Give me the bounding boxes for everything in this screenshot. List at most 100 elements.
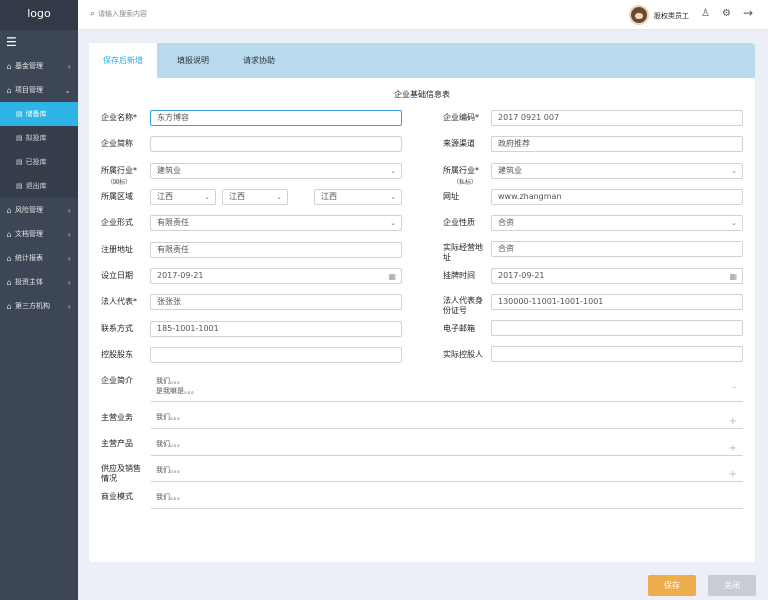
sidebar-item-label: 风险管理	[15, 206, 43, 214]
search-input[interactable]: 请输入搜索内容	[98, 9, 147, 19]
sidebar-item-label: 投资主体	[15, 278, 43, 286]
home-icon: ⌂	[6, 277, 12, 287]
label-company-form: 企业形式	[101, 218, 133, 227]
company-form-select[interactable]: 有限责任 ⌄	[150, 215, 402, 231]
reg-address-input[interactable]: 有限责任	[150, 242, 402, 258]
source-input[interactable]: 政府推荐	[491, 136, 743, 152]
gear-icon[interactable]: ⚙	[722, 8, 731, 19]
sidebar-subitem-exited[interactable]: ▤ 退出库	[0, 174, 78, 198]
sidebar-item-investors[interactable]: ⌂ 投资主体 ›	[0, 270, 78, 294]
home-icon: ⌂	[6, 85, 12, 95]
user-icon[interactable]: ♙	[701, 8, 710, 19]
intro-textarea[interactable]: 我们。。。 是我嘛是。。。 –	[151, 373, 743, 402]
home-icon: ⌂	[6, 61, 12, 71]
controlling-shareholder-input[interactable]	[150, 347, 402, 363]
home-icon: ⌂	[6, 253, 12, 263]
chevron-right-icon: ›	[67, 301, 71, 311]
tab-instructions[interactable]: 填报说明	[163, 43, 223, 78]
label-industry-private-sub: （私标）	[453, 179, 478, 186]
label-controlling-shareholder: 控股股东	[101, 350, 133, 359]
company-abbr-input[interactable]	[150, 136, 402, 152]
main-business-textarea[interactable]: 我们。。。 +	[151, 409, 743, 429]
chevron-right-icon: ›	[67, 253, 71, 263]
select-value: 江西	[157, 192, 173, 201]
sidebar-subitem-reserve[interactable]: ▤ 储备库	[0, 102, 78, 126]
label-found-date: 设立日期	[101, 271, 133, 280]
select-value: 有限责任	[157, 218, 189, 227]
legal-id-input[interactable]: 130000-11001-1001-1001	[491, 294, 743, 310]
website-input[interactable]: www.zhangman	[491, 189, 743, 205]
email-input[interactable]	[491, 320, 743, 336]
chevron-right-icon: ›	[67, 61, 71, 71]
plus-icon: +	[728, 416, 737, 427]
industry-national-select[interactable]: 建筑业 ⌄	[150, 163, 402, 179]
search-box[interactable]: ⌕ 请输入搜索内容	[90, 9, 147, 19]
main-card: 保存后新增 填报说明 请求协助 企业基础信息表 企业名称* 东方博容 企业编码*…	[89, 43, 755, 562]
label-industry-national-sub: （国标）	[107, 179, 132, 186]
sidebar-item-project[interactable]: ⌂ 项目管理 ⌄	[0, 78, 78, 102]
date-value: 2017-09-21	[157, 271, 204, 280]
sidebar-subitem-invested[interactable]: ▤ 已投库	[0, 150, 78, 174]
home-icon: ⌂	[6, 301, 12, 311]
label-main-business: 主营业务	[101, 413, 133, 422]
tab-request-help[interactable]: 请求协助	[229, 43, 289, 78]
supply-sales-textarea[interactable]: 我们。。。 +	[151, 462, 743, 482]
sidebar-item-docs[interactable]: ⌂ 文档管理 ›	[0, 222, 78, 246]
chevron-down-icon: ⌄	[731, 219, 737, 227]
chevron-down-icon: ⌄	[731, 167, 737, 175]
actual-address-input[interactable]: 合资	[491, 241, 743, 257]
select-value: 江西	[321, 192, 337, 201]
chevron-down-icon: ⌄	[390, 167, 396, 175]
contact-input[interactable]: 185-1001-1001	[150, 321, 402, 337]
industry-private-select[interactable]: 建筑业 ⌄	[491, 163, 743, 179]
label-company-nature: 企业性质	[443, 218, 475, 227]
sidebar: logo ☰ ⌂ 基金管理 › ⌂ 项目管理 ⌄ ▤ 储备库 ▤ 拟投库 ▤ 已投库 ▤ 退出库…	[0, 0, 78, 600]
chevron-down-icon: ⌄	[204, 193, 210, 201]
business-model-textarea[interactable]: 我们。。。	[151, 489, 743, 509]
select-value: 江西	[229, 192, 245, 201]
region-city-select[interactable]: 江西 ⌄	[222, 189, 288, 205]
logout-icon[interactable]: →	[743, 6, 753, 20]
label-intro: 企业简介	[101, 376, 133, 385]
main-products-textarea[interactable]: 我们。。。 +	[151, 436, 743, 456]
sidebar-item-fund[interactable]: ⌂ 基金管理 ›	[0, 54, 78, 78]
search-icon: ⌕	[90, 9, 96, 19]
label-supply-sales: 供应及销售情况	[101, 464, 141, 483]
sidebar-subitem-label: 已投库	[25, 158, 47, 166]
doc-icon: ▤	[16, 182, 23, 190]
label-source: 来源渠道	[443, 139, 475, 148]
calendar-icon[interactable]: ▦	[388, 270, 396, 283]
menu-collapse-icon[interactable]: ☰	[0, 30, 78, 54]
company-code-input[interactable]: 2017 0921 007	[491, 110, 743, 126]
doc-icon: ▤	[16, 110, 23, 118]
label-industry-private: 所属行业*	[443, 166, 479, 175]
avatar[interactable]	[629, 5, 649, 25]
sidebar-item-reports[interactable]: ⌂ 统计报表 ›	[0, 246, 78, 270]
label-contact: 联系方式	[101, 324, 133, 333]
listing-time-input[interactable]: 2017-09-21 ▦	[491, 268, 743, 284]
label-reg-address: 注册地址	[101, 245, 133, 254]
calendar-icon[interactable]: ▦	[729, 270, 737, 283]
sidebar-subitem-label: 储备库	[25, 110, 47, 118]
found-date-input[interactable]: 2017-09-21 ▦	[150, 268, 402, 284]
legal-rep-input[interactable]: 张张张	[150, 294, 402, 310]
company-nature-select[interactable]: 合资 ⌄	[491, 215, 743, 231]
save-button[interactable]: 保存	[648, 575, 696, 596]
region-district-select[interactable]: 江西 ⌄	[314, 189, 402, 205]
chevron-down-icon: ⌄	[276, 193, 282, 201]
label-legal-rep: 法人代表*	[101, 297, 137, 306]
sidebar-item-risk[interactable]: ⌂ 风险管理 ›	[0, 198, 78, 222]
sidebar-item-label: 统计报表	[15, 254, 43, 262]
sidebar-subitem-planned[interactable]: ▤ 拟投库	[0, 126, 78, 150]
textarea-line: 我们。。。	[156, 377, 184, 385]
company-name-input[interactable]: 东方博容	[150, 110, 402, 126]
label-company-abbr: 企业简称	[101, 139, 133, 148]
actual-controller-input[interactable]	[491, 346, 743, 362]
sidebar-item-third-party[interactable]: ⌂ 第三方机构 ›	[0, 294, 78, 318]
tab-save-new[interactable]: 保存后新增	[89, 43, 157, 78]
region-province-select[interactable]: 江西 ⌄	[150, 189, 216, 205]
label-main-products: 主营产品	[101, 439, 133, 448]
username[interactable]: 股权类员工	[654, 11, 689, 21]
close-button[interactable]: 关闭	[708, 575, 756, 596]
label-company-name: 企业名称*	[101, 113, 137, 122]
